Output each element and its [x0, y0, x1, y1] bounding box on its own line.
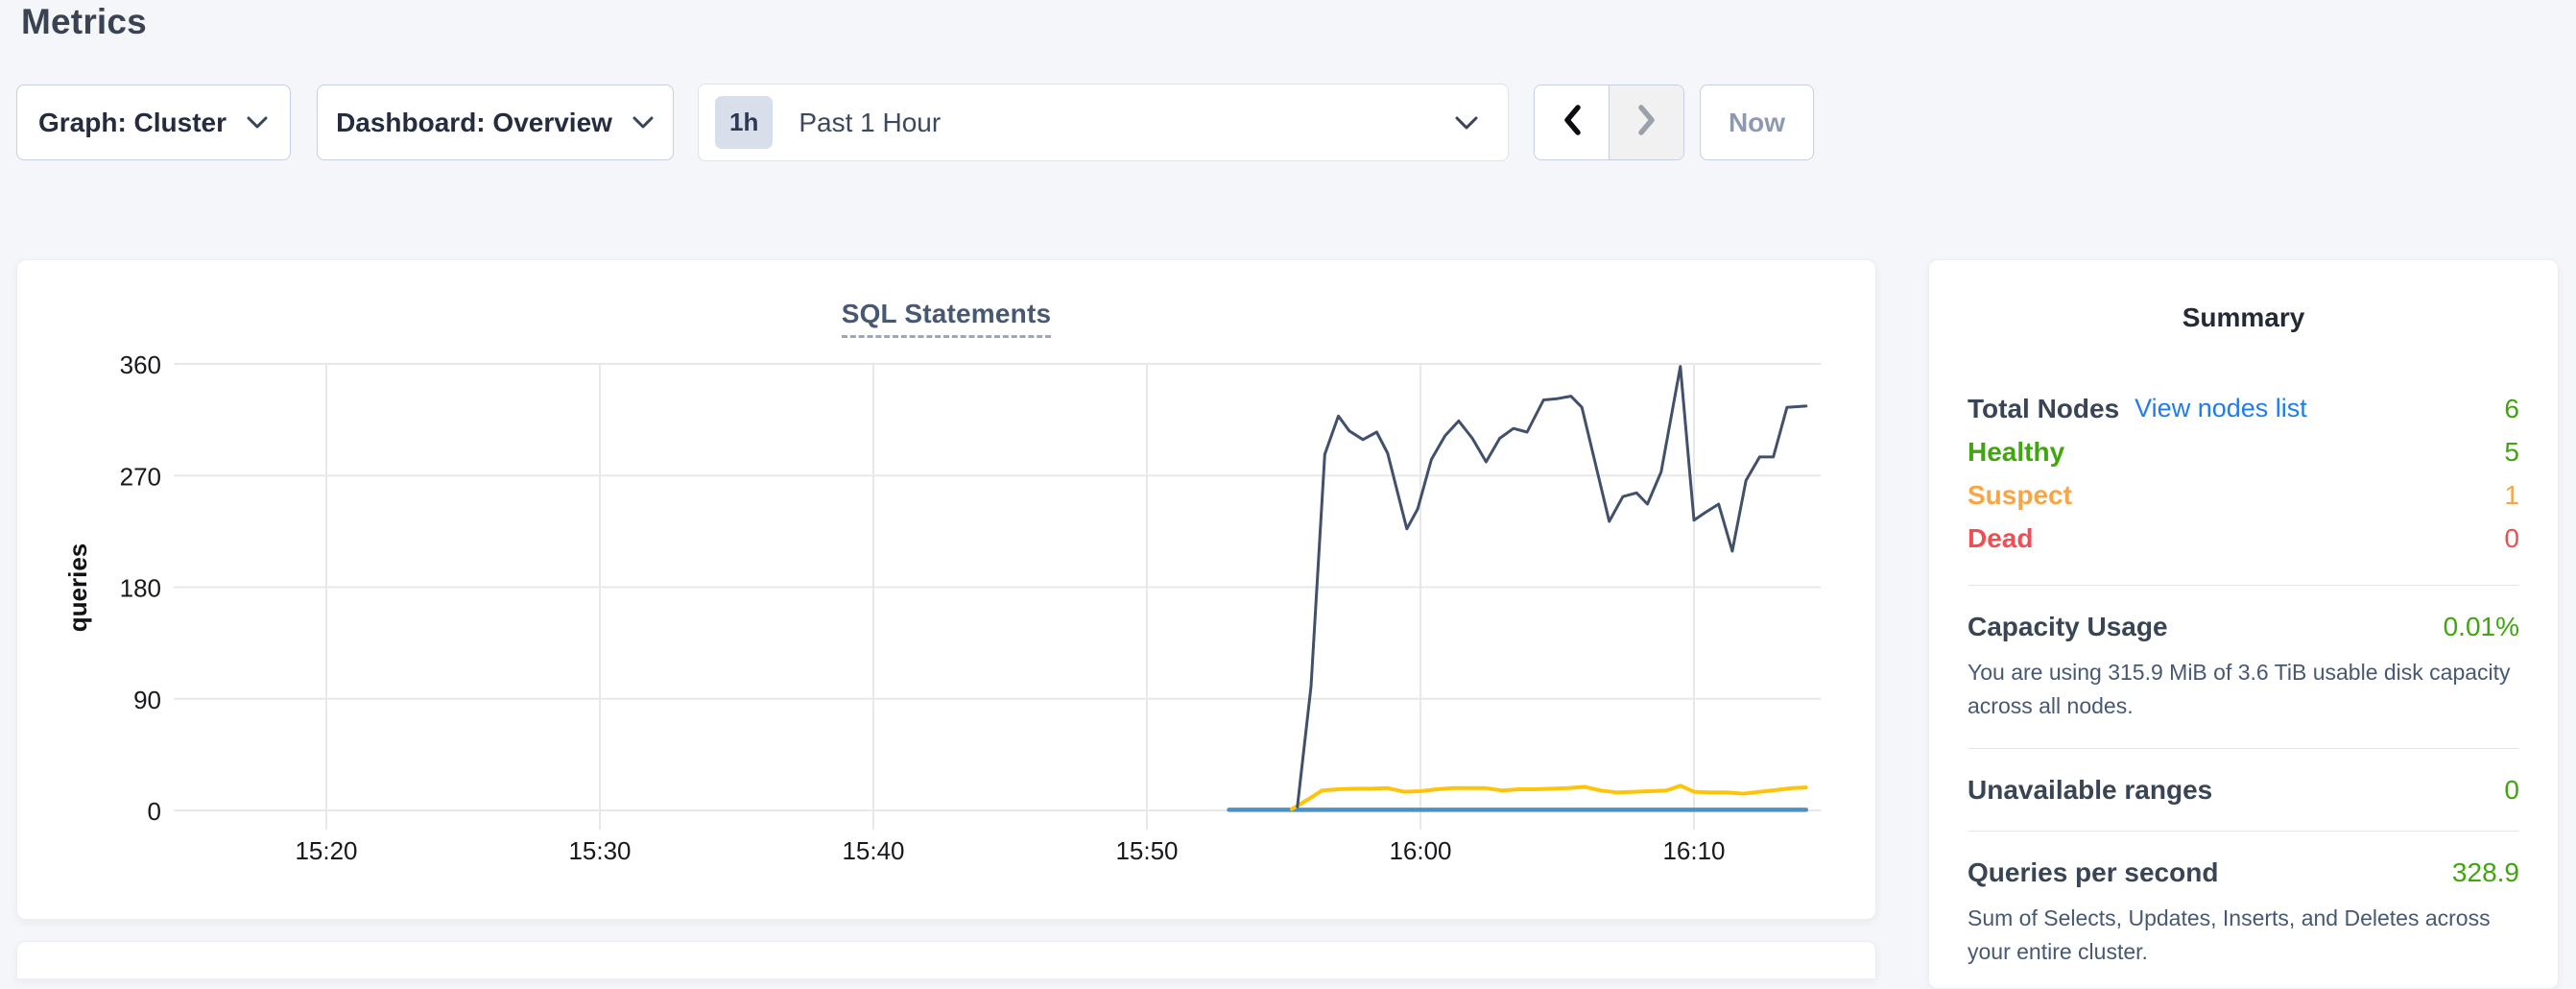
time-window-nav — [1534, 84, 1684, 160]
total-nodes-row: Total Nodes View nodes list 6 — [1968, 387, 2519, 430]
capacity-usage-value: 0.01% — [2444, 612, 2519, 642]
queries-per-second-label: Queries per second — [1968, 857, 2218, 888]
next-window-button[interactable] — [1609, 85, 1683, 159]
unavailable-ranges-value: 0 — [2504, 775, 2519, 806]
total-nodes-value: 6 — [2504, 394, 2519, 424]
healthy-nodes-row: Healthy 5 — [1968, 430, 2519, 473]
healthy-label: Healthy — [1968, 437, 2064, 468]
svg-text:360: 360 — [120, 350, 161, 379]
previous-window-button[interactable] — [1535, 85, 1609, 159]
capacity-usage-label: Capacity Usage — [1968, 612, 2168, 642]
chevron-right-icon — [1637, 104, 1657, 141]
svg-text:15:40: 15:40 — [842, 836, 904, 865]
next-chart-panel-edge — [16, 941, 1876, 979]
capacity-usage-section: Capacity Usage 0.01% You are using 315.9… — [1968, 586, 2519, 723]
unavailable-ranges-section: Unavailable ranges 0 — [1968, 749, 2519, 806]
graph-scope-dropdown[interactable]: Graph: Cluster — [16, 84, 291, 160]
dead-value: 0 — [2504, 523, 2519, 554]
chevron-down-icon — [632, 115, 655, 130]
dead-label: Dead — [1968, 523, 2033, 554]
dashboard-dropdown-label: Dashboard: Overview — [336, 108, 612, 138]
view-nodes-list-link[interactable]: View nodes list — [2135, 394, 2307, 423]
svg-text:15:20: 15:20 — [295, 836, 357, 865]
svg-text:15:30: 15:30 — [568, 836, 631, 865]
capacity-usage-description: You are using 315.9 MiB of 3.6 TiB usabl… — [1968, 656, 2519, 723]
svg-text:180: 180 — [120, 574, 161, 603]
svg-text:queries: queries — [63, 543, 92, 633]
now-button[interactable]: Now — [1700, 84, 1814, 160]
queries-per-second-description: Sum of Selects, Updates, Inserts, and De… — [1968, 902, 2519, 969]
chart-title-wrap: SQL Statements — [17, 299, 1875, 338]
time-range-selector[interactable]: 1h Past 1 Hour — [698, 84, 1509, 161]
suspect-nodes-row: Suspect 1 — [1968, 473, 2519, 517]
svg-text:90: 90 — [133, 686, 161, 714]
svg-text:16:00: 16:00 — [1389, 836, 1451, 865]
svg-text:270: 270 — [120, 462, 161, 491]
queries-per-second-section: Queries per second 328.9 Sum of Selects,… — [1968, 832, 2519, 969]
suspect-label: Suspect — [1968, 480, 2072, 511]
dead-nodes-row: Dead 0 — [1968, 517, 2519, 560]
time-range-label: Past 1 Hour — [799, 108, 941, 138]
svg-text:16:10: 16:10 — [1662, 836, 1725, 865]
summary-title: Summary — [1968, 302, 2519, 333]
unavailable-ranges-label: Unavailable ranges — [1968, 775, 2212, 806]
chevron-down-icon — [1454, 115, 1479, 131]
summary-panel: Summary Total Nodes View nodes list 6 He… — [1928, 259, 2559, 989]
total-nodes-label: Total Nodes — [1968, 394, 2119, 424]
graph-scope-dropdown-label: Graph: Cluster — [38, 108, 227, 138]
dashboard-dropdown[interactable]: Dashboard: Overview — [317, 84, 674, 160]
sql-statements-chart[interactable]: 0 90 180 270 360 15:20 15:30 15:40 15:50 16:00 16:… — [17, 343, 1877, 919]
page-title: Metrics — [21, 2, 147, 42]
svg-text:0: 0 — [148, 797, 161, 826]
chevron-left-icon — [1562, 104, 1582, 141]
chevron-down-icon — [246, 115, 269, 130]
healthy-value: 5 — [2504, 437, 2519, 468]
chart-title[interactable]: SQL Statements — [842, 299, 1052, 338]
suspect-value: 1 — [2504, 480, 2519, 511]
node-status-rows: Total Nodes View nodes list 6 Healthy 5 … — [1968, 387, 2519, 560]
time-range-badge: 1h — [715, 96, 773, 149]
metrics-page: Metrics Graph: Cluster Dashboard: Overvi… — [0, 0, 2576, 951]
queries-per-second-value: 328.9 — [2452, 857, 2519, 888]
svg-text:15:50: 15:50 — [1115, 836, 1178, 865]
sql-statements-chart-panel: SQL Statements 0 90 180 270 360 15:20 15:30 15:… — [16, 259, 1876, 920]
